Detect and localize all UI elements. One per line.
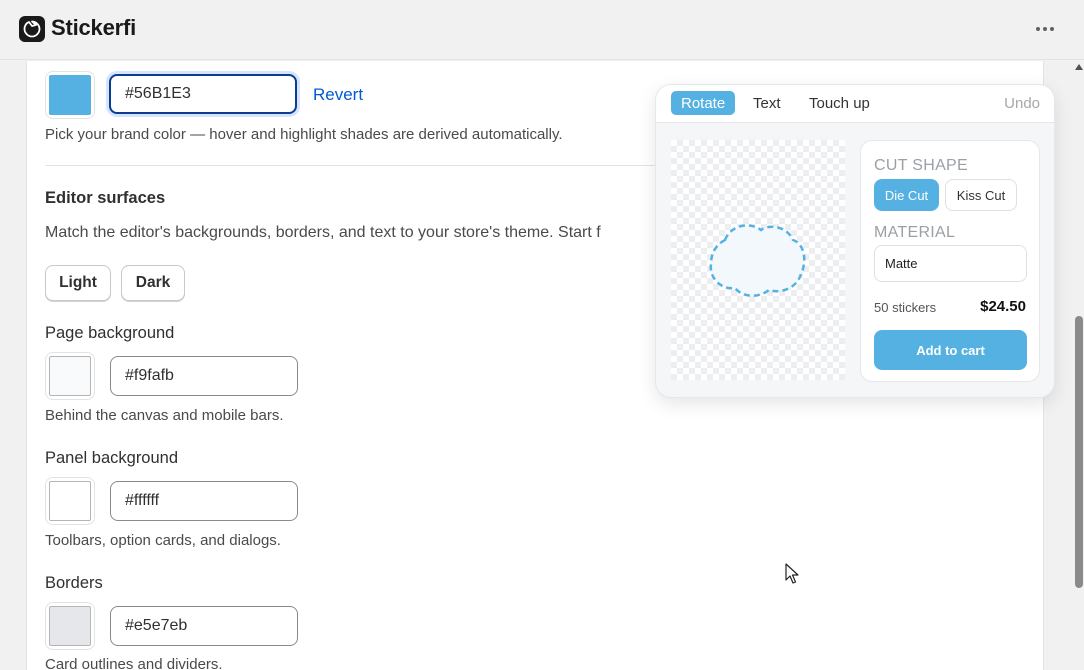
borders-swatch[interactable]: [45, 602, 95, 650]
page-background-label: Page background: [45, 324, 175, 342]
page-background-help: Behind the canvas and mobile bars.: [45, 407, 284, 424]
panel-background-fill: [49, 481, 91, 521]
borders-fill: [49, 606, 91, 646]
scrollbar-thumb[interactable]: [1075, 316, 1083, 588]
dark-preset-button[interactable]: Dark: [121, 265, 185, 301]
app-title: Stickerfi: [51, 15, 137, 40]
brand-color-input[interactable]: [109, 74, 297, 114]
preview-toolbar: Rotate Text Touch up Undo: [656, 85, 1054, 123]
tab-touch-up[interactable]: Touch up: [799, 91, 880, 115]
kiss-cut-option[interactable]: Kiss Cut: [945, 179, 1017, 211]
more-horizontal-icon[interactable]: [1030, 18, 1060, 40]
revert-link[interactable]: Revert: [313, 85, 363, 105]
panel-background-input[interactable]: [110, 481, 298, 521]
editor-preview: Rotate Text Touch up Undo CUT SHAPE Die …: [655, 84, 1055, 398]
tab-text[interactable]: Text: [743, 91, 791, 115]
price-text: $24.50: [980, 298, 1026, 315]
borders-help: Card outlines and dividers.: [45, 656, 223, 670]
page-background-swatch[interactable]: [45, 352, 95, 400]
material-select[interactable]: Matte: [874, 245, 1027, 282]
material-label: MATERIAL: [874, 224, 956, 241]
sticker-outline-icon: [709, 224, 806, 297]
top-bar: Stickerfi: [0, 0, 1084, 60]
brand-color-swatch[interactable]: [45, 71, 95, 119]
editor-surfaces-description: Match the editor's backgrounds, borders,…: [45, 224, 601, 241]
borders-input[interactable]: [110, 606, 298, 646]
borders-label: Borders: [45, 574, 103, 592]
tab-rotate[interactable]: Rotate: [671, 91, 736, 115]
sticker-canvas[interactable]: [671, 140, 845, 380]
stickerfi-logo-icon: [19, 16, 45, 42]
undo-button[interactable]: Undo: [1004, 95, 1040, 112]
scroll-up-arrow-icon[interactable]: [1075, 64, 1083, 70]
panel-background-label: Panel background: [45, 449, 179, 467]
panel-background-help: Toolbars, option cards, and dialogs.: [45, 532, 281, 549]
editor-surfaces-heading: Editor surfaces: [45, 189, 166, 207]
brand-color-fill: [49, 75, 91, 115]
die-cut-option[interactable]: Die Cut: [874, 179, 939, 211]
options-card: CUT SHAPE Die Cut Kiss Cut MATERIAL Matt…: [860, 140, 1040, 382]
cut-shape-label: CUT SHAPE: [874, 157, 968, 174]
add-to-cart-button[interactable]: Add to cart: [874, 330, 1027, 370]
light-preset-button[interactable]: Light: [45, 265, 111, 301]
panel-background-swatch[interactable]: [45, 477, 95, 525]
page-background-fill: [49, 356, 91, 396]
brand-color-help: Pick your brand color — hover and highli…: [45, 126, 563, 143]
mouse-cursor-icon: [785, 563, 799, 584]
quantity-text: 50 stickers: [874, 300, 937, 315]
page-background-input[interactable]: [110, 356, 298, 396]
